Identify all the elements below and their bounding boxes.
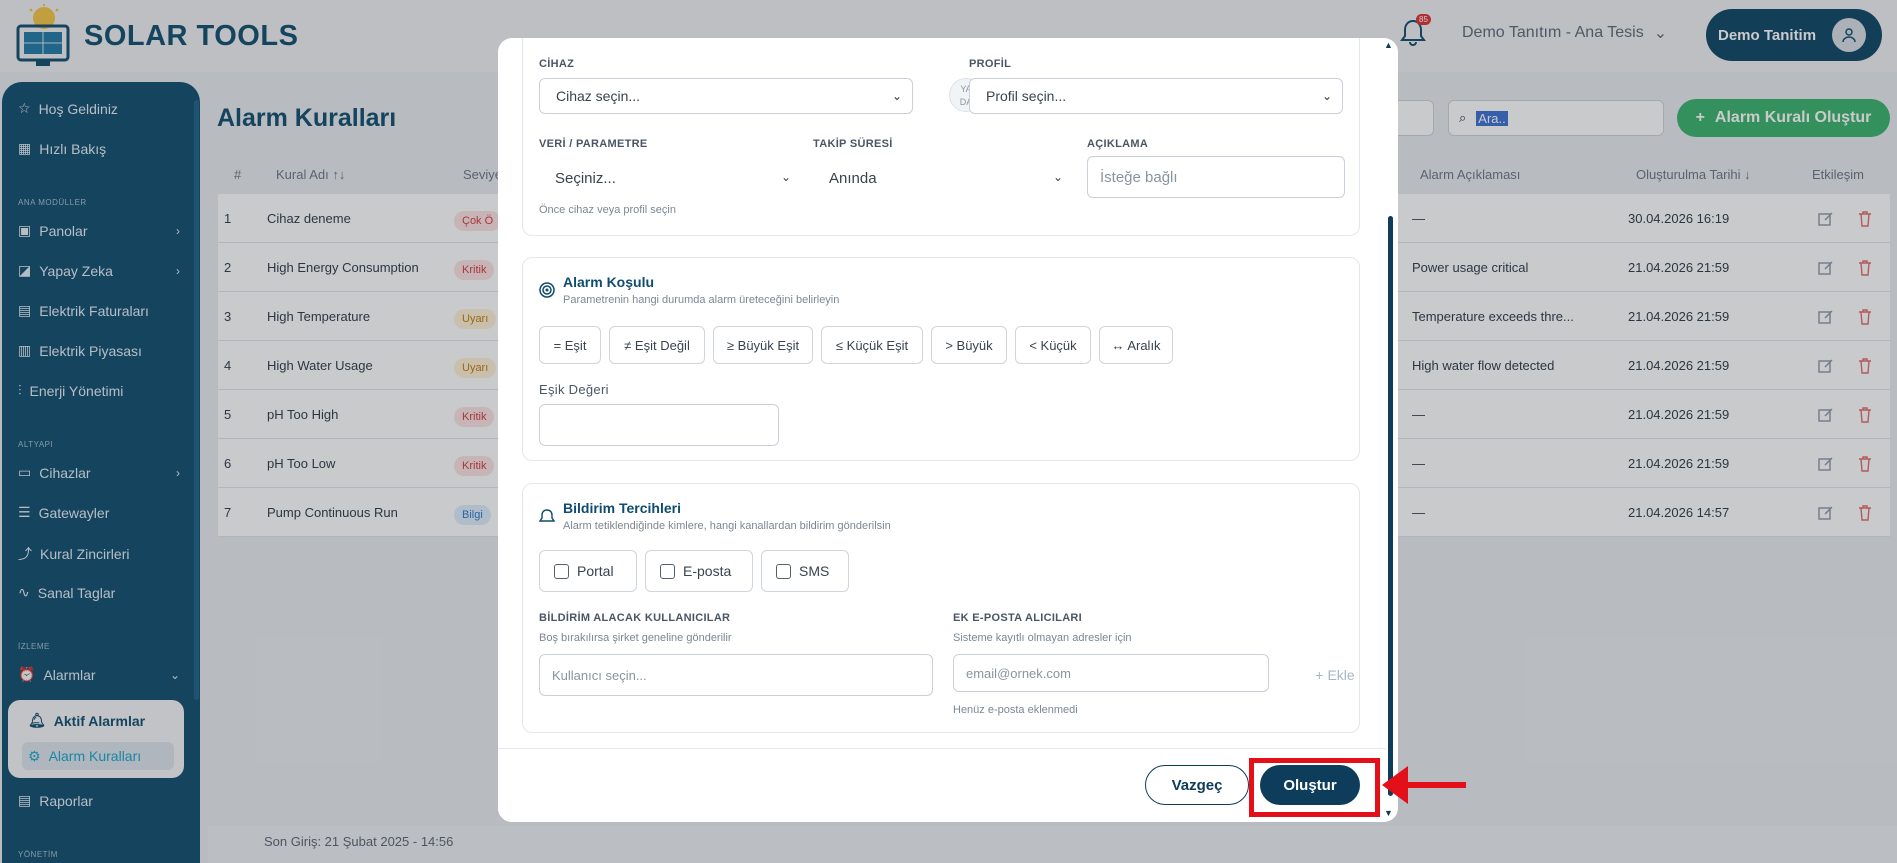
alarm-condition-card: Alarm Koşulu Parametrenin hangi durumda …: [522, 257, 1360, 461]
scroll-up-icon[interactable]: ▲: [1384, 40, 1393, 50]
condition-subtitle: Parametrenin hangi durumda alarm üretece…: [563, 294, 840, 306]
extra-email-hint: Sisteme kayıtlı olmayan adresler için: [953, 632, 1132, 644]
chevron-down-icon: ⌄: [780, 170, 791, 184]
duration-select[interactable]: Anında ⌄: [813, 160, 1071, 196]
users-select[interactable]: Kullanıcı seçin...: [539, 654, 933, 696]
channel-label: Portal: [577, 563, 614, 579]
plus-icon: +: [1315, 667, 1324, 683]
email-field[interactable]: email@ornek.com: [953, 654, 1269, 692]
parameter-value: Seçiniz...: [555, 169, 616, 187]
chevron-down-icon: ⌄: [891, 89, 902, 103]
profile-select[interactable]: Profil seçin... ⌄: [969, 78, 1343, 114]
description-label: AÇIKLAMA: [1087, 138, 1149, 150]
profile-label: PROFİL: [969, 58, 1012, 70]
users-label: BİLDİRİM ALACAK KULLANICILAR: [539, 612, 731, 624]
checkbox-icon: [554, 563, 569, 579]
extra-email-label: EK E-POSTA ALICILARI: [953, 612, 1083, 624]
create-alarm-rule-modal: CİHAZ Cihaz seçin... ⌄ YA DA PROFİL Prof…: [498, 38, 1398, 822]
condition-title: Alarm Koşulu: [563, 274, 655, 290]
operator-gte-button[interactable]: ≥ Büyük Eşit: [713, 326, 813, 364]
add-email-button[interactable]: + Ekle: [1301, 656, 1369, 694]
channel-label: E-posta: [683, 563, 732, 579]
email-empty-text: Henüz e-posta eklenmedi: [953, 704, 1078, 716]
channel-email-checkbox[interactable]: E-posta: [645, 550, 753, 592]
notify-title: Bildirim Tercihleri: [563, 500, 681, 516]
notify-subtitle: Alarm tetiklendiğinde kimlere, hangi kan…: [563, 520, 891, 532]
duration-value: Anında: [829, 169, 877, 187]
operator-lt-button[interactable]: < Küçük: [1015, 326, 1091, 364]
device-label: CİHAZ: [539, 58, 575, 70]
users-placeholder: Kullanıcı seçin...: [552, 667, 647, 683]
users-hint: Boş bırakılırsa şirket geneline gönderil…: [539, 632, 732, 644]
checkbox-icon: [776, 563, 791, 579]
operator-range-button[interactable]: ↔ Aralık: [1099, 326, 1173, 364]
description-input[interactable]: İsteğe bağlı: [1087, 156, 1345, 198]
checkbox-icon: [660, 563, 675, 579]
add-label: Ekle: [1327, 667, 1355, 683]
source-card: CİHAZ Cihaz seçin... ⌄ YA DA PROFİL Prof…: [522, 38, 1360, 236]
channel-portal-checkbox[interactable]: Portal: [539, 550, 637, 592]
duration-label: TAKİP SÜRESİ: [813, 138, 893, 150]
parameter-hint: Önce cihaz veya profil seçin: [539, 204, 676, 216]
cancel-button[interactable]: Vazgeç: [1145, 765, 1249, 805]
notification-card: Bildirim Tercihleri Alarm tetiklendiğind…: [522, 483, 1360, 733]
parameter-select[interactable]: Seçiniz... ⌄: [539, 160, 799, 196]
bell-icon: [539, 509, 555, 522]
highlight-arrow-icon: [1382, 766, 1466, 804]
operator-equal-button[interactable]: = Eşit: [539, 326, 601, 364]
device-select[interactable]: Cihaz seçin... ⌄: [539, 78, 913, 114]
modal-scrollbar[interactable]: [1388, 216, 1393, 796]
device-placeholder: Cihaz seçin...: [556, 88, 641, 104]
profile-placeholder: Profil seçin...: [986, 88, 1067, 104]
chevron-down-icon: ⌄: [1052, 170, 1063, 184]
parameter-label: VERİ / PARAMETRE: [539, 138, 648, 150]
chevron-down-icon: ⌄: [1321, 89, 1332, 103]
channel-label: SMS: [799, 563, 830, 579]
operator-not-equal-button[interactable]: ≠ Eşit Değil: [609, 326, 705, 364]
operator-lte-button[interactable]: ≤ Küçük Eşit: [821, 326, 923, 364]
channel-sms-checkbox[interactable]: SMS: [761, 550, 849, 592]
operator-gt-button[interactable]: > Büyük: [931, 326, 1007, 364]
highlight-box: [1249, 758, 1380, 817]
email-placeholder: email@ornek.com: [966, 665, 1071, 681]
threshold-input[interactable]: [539, 404, 779, 446]
threshold-label: Eşik Değeri: [539, 382, 609, 397]
description-placeholder: İsteğe bağlı: [1100, 168, 1178, 186]
target-icon: [539, 282, 555, 298]
